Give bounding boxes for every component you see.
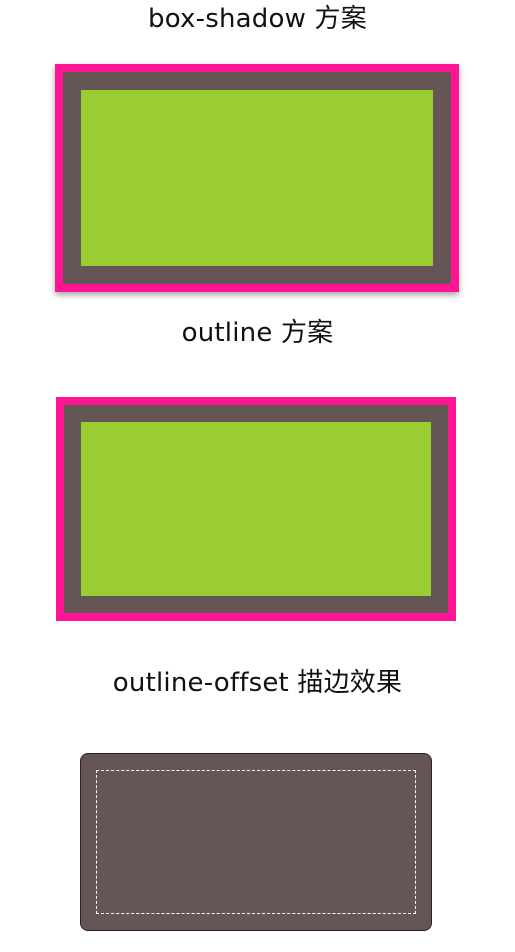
dashed-outline bbox=[96, 770, 416, 914]
box-shadow-green-fill bbox=[81, 90, 433, 266]
box-shadow-demo bbox=[55, 64, 459, 292]
outline-title: outline 方案 bbox=[181, 318, 334, 348]
outline-green-fill bbox=[81, 422, 431, 596]
outline-offset-title: outline-offset 描边效果 bbox=[112, 668, 403, 698]
box-shadow-inner-frame bbox=[63, 72, 451, 284]
outline-offset-demo bbox=[80, 753, 432, 931]
outline-inner-frame bbox=[64, 405, 448, 613]
outline-demo bbox=[56, 397, 456, 621]
box-shadow-title: box-shadow 方案 bbox=[148, 4, 367, 34]
